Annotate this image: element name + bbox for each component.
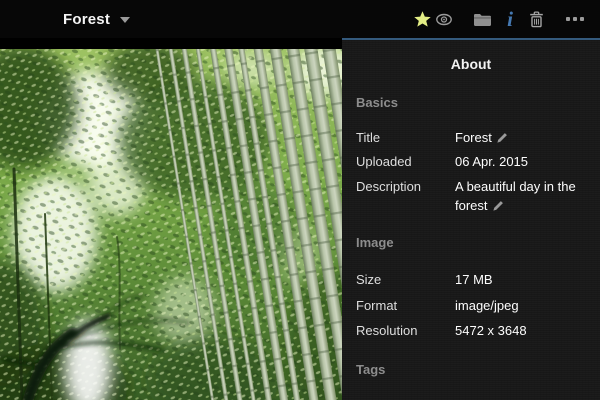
about-row-resolution: Resolution 5472 x 3648 — [356, 321, 592, 340]
edit-description-button[interactable] — [493, 197, 504, 216]
pencil-icon — [497, 132, 508, 143]
top-bar: Forest i — [0, 0, 600, 38]
info-button[interactable]: i — [504, 0, 516, 38]
section-header-basics: Basics — [356, 95, 398, 110]
format-value: image/jpeg — [455, 296, 592, 315]
about-row-format: Format image/jpeg — [356, 296, 592, 315]
photo-viewer-canvas — [0, 38, 342, 400]
about-panel-title: About — [342, 56, 600, 72]
photo-viewer-window: Forest i — [0, 0, 600, 400]
about-panel: About Basics Title Forest Uploaded 06 Ap… — [342, 38, 600, 400]
photo-title-dropdown[interactable]: Forest — [63, 0, 130, 38]
folder-icon — [474, 13, 491, 26]
favorite-button[interactable] — [414, 0, 431, 38]
size-label: Size — [356, 270, 455, 289]
section-header-image: Image — [356, 235, 394, 250]
size-value: 17 MB — [455, 270, 592, 289]
eye-icon — [436, 13, 452, 26]
info-icon: i — [507, 9, 513, 30]
about-row-description: Description A beautiful day in the fores… — [356, 177, 592, 216]
photo-title: Forest — [63, 11, 110, 28]
about-row-size: Size 17 MB — [356, 270, 592, 289]
more-options-button[interactable] — [566, 0, 584, 38]
uploaded-value: 06 Apr. 2015 — [455, 152, 592, 171]
star-icon — [414, 11, 431, 27]
description-value: A beautiful day in the forest — [455, 177, 592, 216]
pencil-icon — [493, 200, 504, 211]
edit-title-button[interactable] — [497, 129, 508, 148]
resolution-label: Resolution — [356, 321, 455, 340]
resolution-value: 5472 x 3648 — [455, 321, 592, 340]
about-row-uploaded: Uploaded 06 Apr. 2015 — [356, 152, 592, 171]
title-value: Forest — [455, 128, 592, 148]
delete-button[interactable] — [529, 0, 544, 38]
trash-icon — [529, 11, 544, 28]
archive-button[interactable] — [474, 0, 491, 38]
description-label: Description — [356, 177, 455, 216]
about-row-title: Title Forest — [356, 128, 592, 148]
photo-bamboo-forest[interactable] — [0, 49, 342, 400]
section-header-tags: Tags — [356, 362, 385, 377]
ellipsis-icon — [566, 17, 584, 21]
format-label: Format — [356, 296, 455, 315]
title-label: Title — [356, 128, 455, 148]
chevron-down-icon — [120, 17, 130, 23]
uploaded-label: Uploaded — [356, 152, 455, 171]
preview-button[interactable] — [436, 0, 452, 38]
